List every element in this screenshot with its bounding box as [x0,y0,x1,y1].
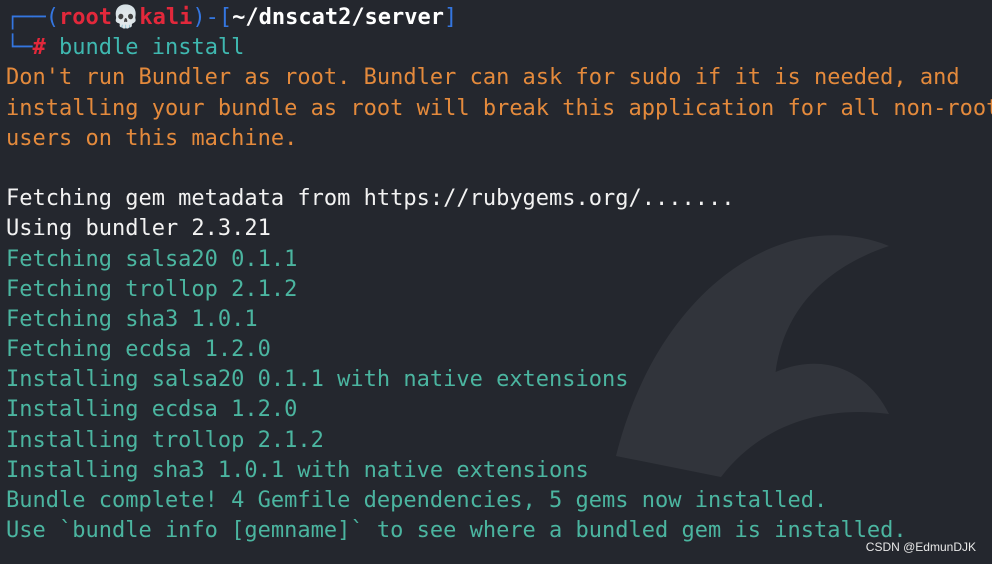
csdn-watermark: CSDN @EdmunDJK [865,540,976,554]
warning-line: Don't run Bundler as root. Bundler can a… [6,65,960,91]
gem-output-line: Installing ecdsa 1.2.0 [6,397,298,423]
gem-output-line: Fetching salsa20 0.1.1 [6,246,298,272]
prompt-line-2[interactable]: └─# bundle install [6,33,992,63]
gem-output-line: Fetching trollop 2.1.2 [6,276,298,302]
bundle-complete-line: Bundle complete! 4 Gemfile dependencies,… [6,488,828,513]
warning-line: users on this machine. [6,125,298,151]
warning-line: installing your bundle as root will brea… [6,95,992,121]
gem-output-line: Installing trollop 2.1.2 [6,427,324,453]
prompt-frame-close: ] [444,5,458,30]
output-line: Using bundler 2.3.21 [6,216,271,242]
prompt-second-prefix: └─ [6,35,33,61]
prompt-path: ~/dnscat2/server [232,5,445,30]
output-line: Fetching gem metadata from https://rubyg… [6,186,735,212]
gem-output-line: Installing salsa20 0.1.1 with native ext… [6,367,629,393]
gem-output-line: Installing sha3 1.0.1 with native extens… [6,457,589,483]
bundle-info-hint-line: Use `bundle info [gemname]` to see where… [6,518,907,544]
gem-output-line: Fetching sha3 1.0.1 [6,306,258,332]
prompt-user: root [58,5,112,30]
skull-icon: 💀 [111,5,140,30]
prompt-line-1: ┌──(root💀kali)-[~/dnscat2/server] [6,3,992,33]
terminal-window[interactable]: ┌──(root💀kali)-[~/dnscat2/server] └─# bu… [0,0,992,564]
prompt-frame-mid: )-[ [192,5,233,30]
command-text: bundle install [45,35,245,61]
prompt-host: kali [139,5,193,30]
prompt-frame-open: ┌──( [6,5,59,30]
gem-output-line: Fetching ecdsa 1.2.0 [6,337,271,363]
prompt-hash: # [32,35,46,61]
